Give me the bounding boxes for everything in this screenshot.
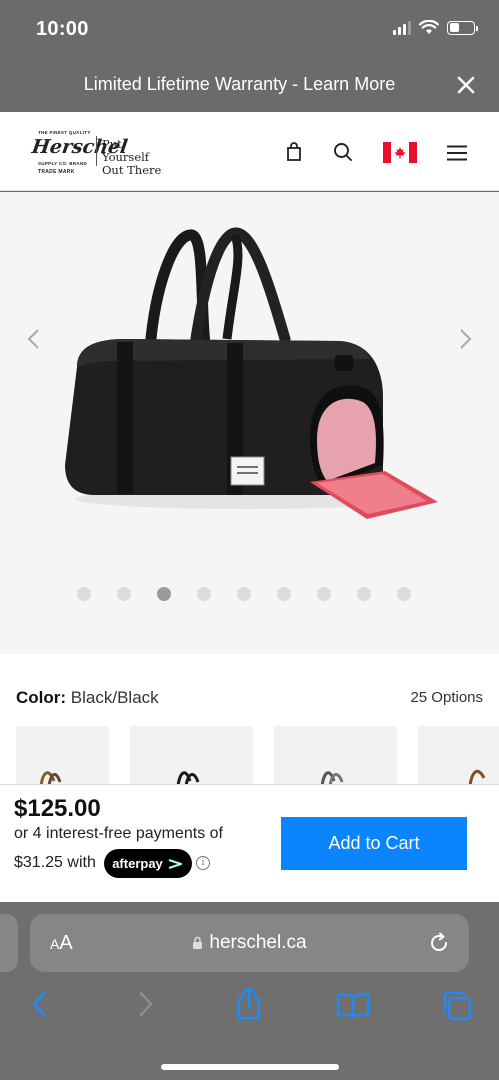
- cellular-signal-icon: [393, 20, 411, 35]
- tabs-icon[interactable]: [441, 990, 473, 1022]
- battery-icon: [447, 20, 478, 35]
- gallery-dot[interactable]: [237, 587, 251, 601]
- gallery-dot[interactable]: [197, 587, 211, 601]
- gallery-dot-active[interactable]: [157, 587, 171, 601]
- reload-icon[interactable]: [427, 931, 451, 955]
- close-icon[interactable]: [455, 74, 477, 96]
- afterpay-badge[interactable]: afterpay: [104, 849, 192, 878]
- forward-icon[interactable]: [137, 990, 155, 1018]
- logo-divider: [96, 136, 97, 166]
- status-time: 10:00: [36, 18, 89, 40]
- logo-small-top: THE FINEST QUALITY: [38, 130, 91, 135]
- logo-small-bottom: TRADE MARK: [38, 169, 75, 175]
- chevron-right-icon[interactable]: [455, 328, 475, 350]
- gallery-dot[interactable]: [397, 587, 411, 601]
- menu-icon[interactable]: [447, 145, 467, 161]
- logo-small-mid: SUPPLY CO. BRAND: [38, 161, 88, 166]
- browser-chrome: AA herschel.ca: [0, 902, 499, 1080]
- afterpay-arrows-icon: [168, 858, 182, 869]
- color-label-row: Color: Black/Black: [16, 688, 159, 708]
- product-price: $125.00: [14, 795, 101, 822]
- search-icon[interactable]: [333, 142, 353, 162]
- share-icon[interactable]: [235, 986, 263, 1020]
- lock-icon: [193, 936, 203, 949]
- swatch-bag-thumbnail: [320, 771, 344, 786]
- status-icons: [393, 20, 478, 35]
- color-swatch[interactable]: [274, 726, 397, 786]
- swatch-bag-thumbnail: [176, 771, 200, 786]
- add-to-cart-button[interactable]: Add to Cart: [281, 817, 467, 870]
- herschel-logo[interactable]: THE FINEST QUALITY Herschel SUPPLY CO. B…: [30, 128, 162, 177]
- gallery-dot[interactable]: [357, 587, 371, 601]
- gallery-dot[interactable]: [117, 587, 131, 601]
- gallery-dot[interactable]: [277, 587, 291, 601]
- purchase-bar: $125.00 or 4 interest-free payments of $…: [0, 784, 499, 902]
- installments-text: or 4 interest-free payments of: [14, 825, 223, 842]
- color-swatch[interactable]: [418, 726, 499, 786]
- url-text: herschel.ca: [209, 932, 307, 953]
- home-indicator[interactable]: [161, 1064, 339, 1070]
- afterpay-label: afterpay: [112, 856, 163, 871]
- wifi-icon: [419, 20, 439, 34]
- logo-tagline: Put Yourself Out There: [102, 137, 162, 177]
- back-icon[interactable]: [30, 990, 48, 1018]
- color-swatch[interactable]: [16, 726, 109, 786]
- gallery-dot[interactable]: [77, 587, 91, 601]
- color-value: Black/Black: [70, 688, 159, 707]
- top-banner-area: 10:00 Limited Lifetime Warranty - Learn …: [0, 0, 499, 112]
- site-header: THE FINEST QUALITY Herschel SUPPLY CO. B…: [0, 112, 499, 191]
- info-icon[interactable]: i: [196, 856, 210, 870]
- product-gallery[interactable]: [0, 192, 499, 654]
- bag-icon[interactable]: [286, 142, 302, 162]
- color-swatch[interactable]: [130, 726, 253, 786]
- swatch-bag-thumbnail: [468, 769, 486, 786]
- swatch-bag-thumbnail: [39, 771, 62, 786]
- gallery-pagination[interactable]: [77, 587, 411, 601]
- url-display[interactable]: herschel.ca: [30, 932, 469, 954]
- bookmarks-icon[interactable]: [336, 992, 370, 1018]
- installment-amount: $31.25 with: [14, 854, 96, 871]
- product-image-duffle-bag[interactable]: [55, 227, 445, 527]
- previous-tab-preview[interactable]: [0, 914, 18, 972]
- color-selector: Color: Black/Black 25 Options: [0, 654, 499, 786]
- warranty-banner-link[interactable]: Limited Lifetime Warranty - Learn More: [0, 74, 499, 95]
- address-bar[interactable]: AA herschel.ca: [30, 914, 469, 972]
- options-count: 25 Options: [410, 689, 483, 706]
- chevron-left-icon[interactable]: [24, 328, 44, 350]
- gallery-dot[interactable]: [317, 587, 331, 601]
- canada-flag-icon[interactable]: [383, 142, 417, 163]
- color-label: Color:: [16, 688, 67, 707]
